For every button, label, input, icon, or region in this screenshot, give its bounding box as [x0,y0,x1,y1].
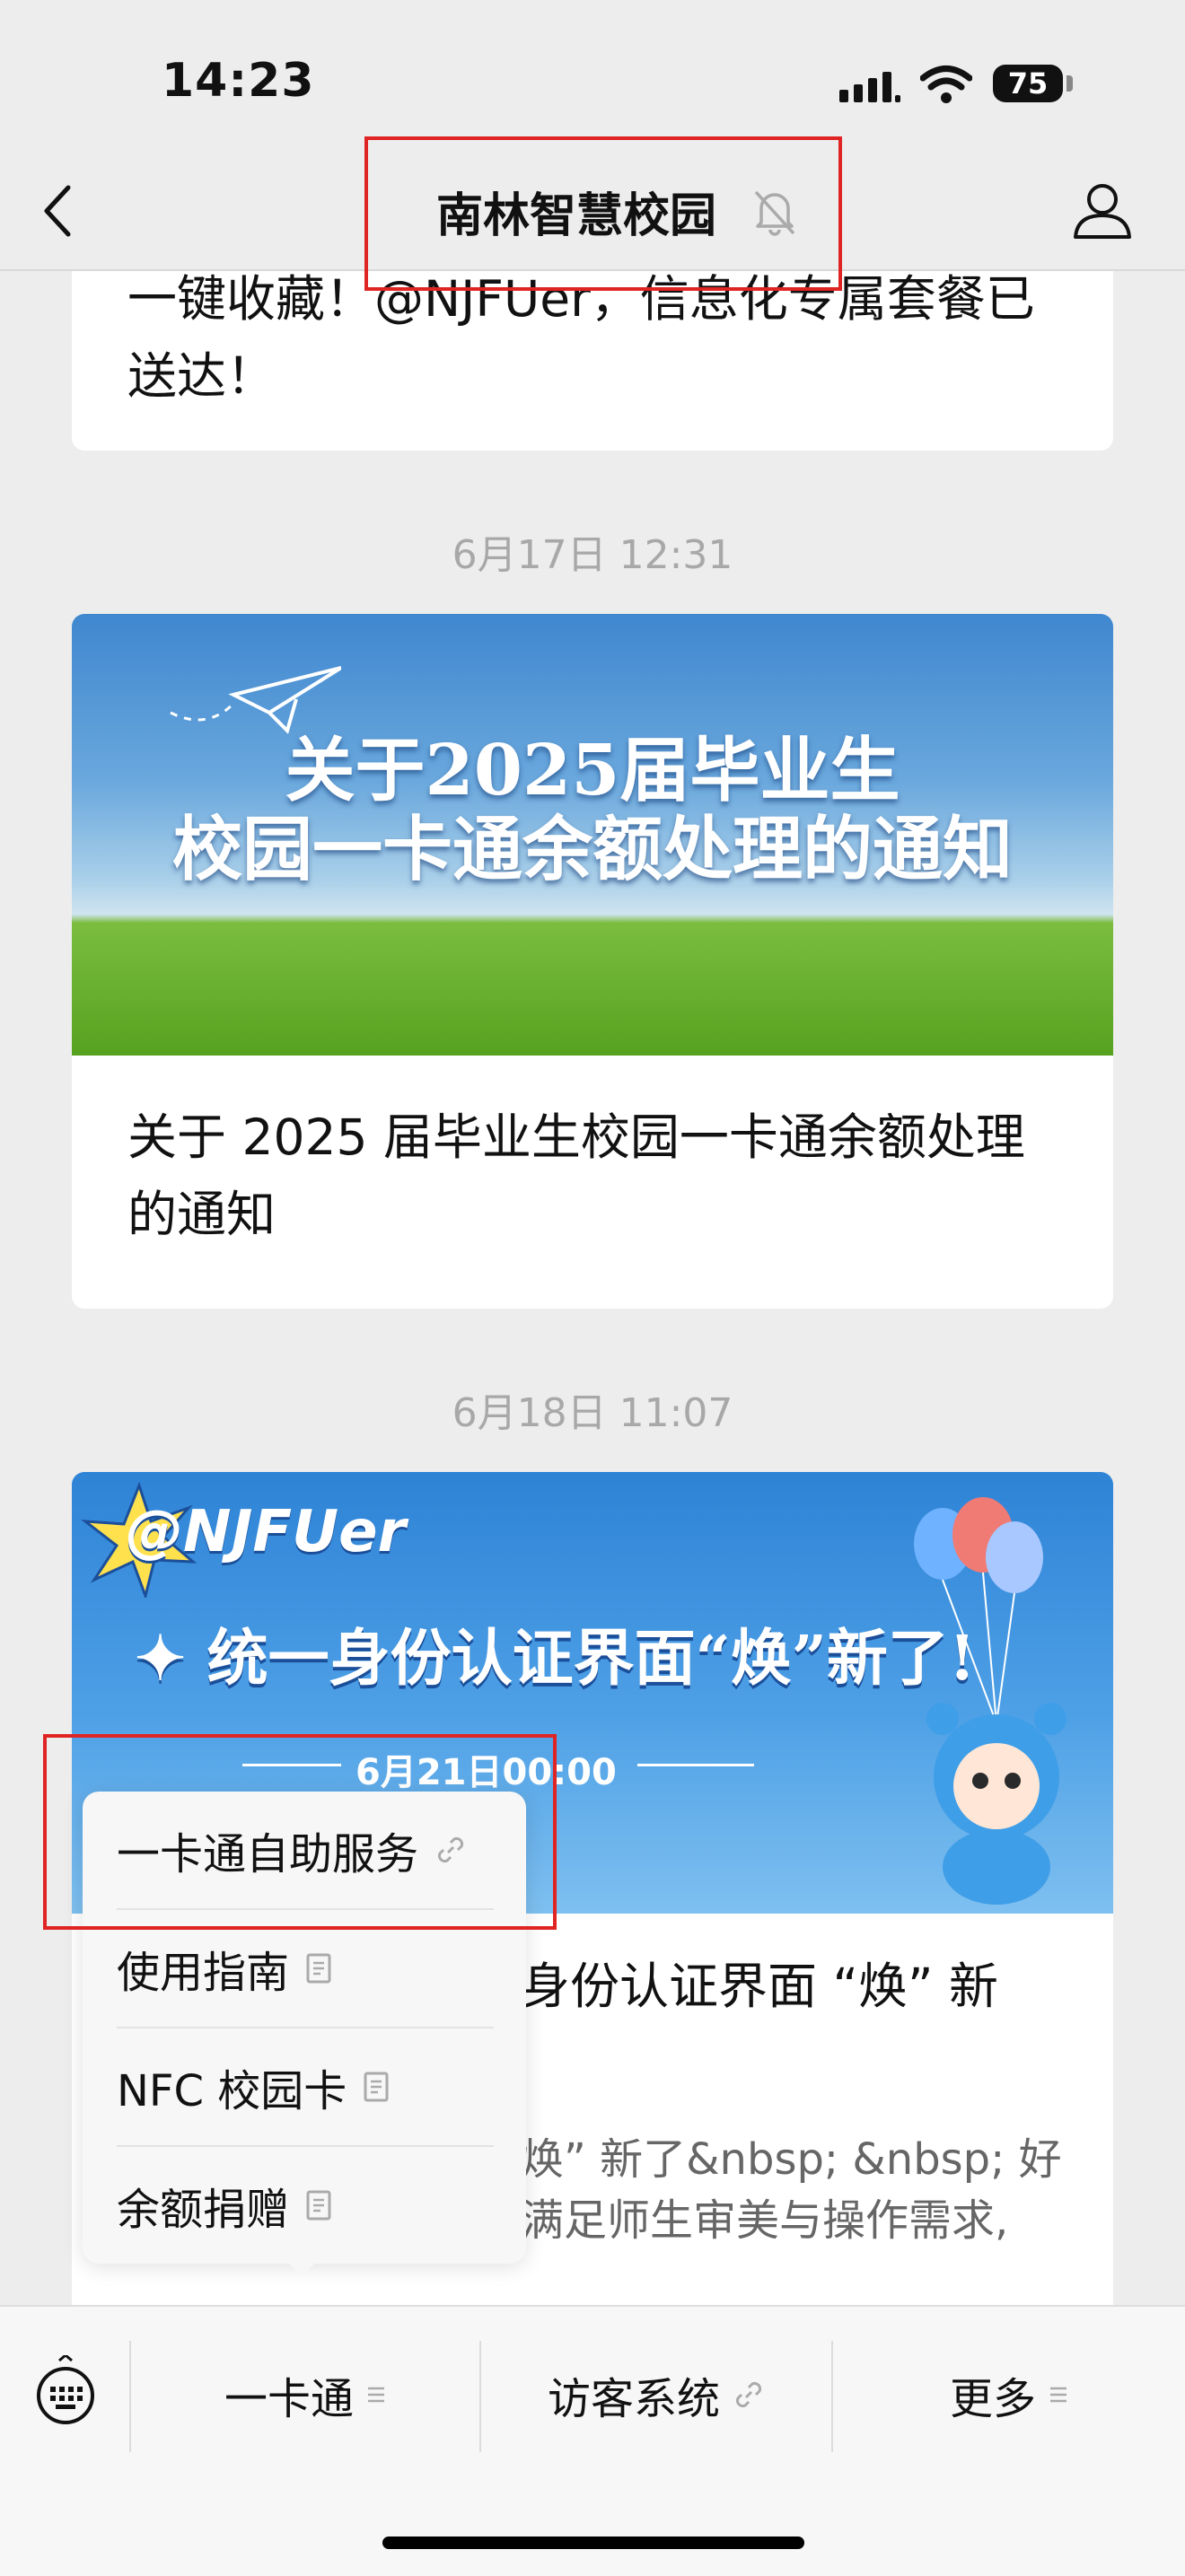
article-title: 关于 2025 届毕业生校园一卡通余额处理的通知 [127,1108,1025,1243]
banner-decor-line [637,1764,754,1766]
article-card-graduate-notice[interactable]: 关于2025届毕业生 校园一卡通余额处理的通知 关于 2025 届毕业生校园一卡… [72,614,1113,1309]
mascot-with-balloons-image [914,1497,1066,1905]
back-chevron-icon[interactable] [40,184,75,238]
status-time: 14:23 [162,54,315,108]
menu-item-label: 余额捐赠 [117,2185,290,2235]
article-summary: 焕” 新了&nbsp; &nbsp; 好满足师生审美与操作需求, [521,2134,1062,2246]
article-icon [364,2072,389,2102]
banner-brand-text: @NJFUer [126,1499,407,1565]
profile-icon[interactable] [1070,178,1135,242]
banner-headline-line2: 校园一卡通余额处理的通知 [171,809,1013,890]
article-icon [306,1953,331,1984]
annotation-highlight-box [364,136,842,291]
tab-label: 访客系统 [547,2374,720,2424]
tab-label: 更多 [949,2374,1036,2424]
menu-item-balance-donation[interactable]: 余额捐赠 [117,2147,494,2264]
menu-item-label: NFC 校园卡 [117,2066,347,2116]
menu-item-nfc-card[interactable]: NFC 校园卡 [117,2028,494,2145]
menu-lines-icon [1050,2387,1066,2403]
tab-visitor-system[interactable]: 访客系统 [481,2305,831,2484]
home-indicator [382,2537,804,2549]
battery-level: 75 [1007,66,1049,101]
cellular-signal-icon [839,72,900,102]
menu-lines-icon [368,2387,384,2403]
wifi-icon [920,66,972,103]
banner-headline: ✦ 统一身份认证界面“焕”新了! [135,1623,976,1695]
menu-item-label: 使用指南 [117,1948,290,1998]
popup-arrow [285,2260,318,2276]
tab-card-service[interactable]: 一卡通 [131,2305,479,2484]
message-timestamp: 6月18日 11:07 [452,1390,733,1436]
article-title: 身份认证界面 “焕” 新 [521,1958,998,2015]
annotation-highlight-box [43,1734,557,1930]
link-icon [735,2381,762,2408]
article-icon [306,2190,331,2221]
tab-label: 一卡通 [224,2374,354,2424]
battery-tip [1066,75,1073,92]
message-timestamp: 6月17日 12:31 [452,532,733,578]
article-banner-image: 关于2025届毕业生 校园一卡通余额处理的通知 [72,614,1113,1056]
tab-more[interactable]: 更多 [833,2305,1185,2484]
keyboard-toggle-icon[interactable] [34,2355,97,2434]
battery-icon: 75 [993,65,1063,102]
